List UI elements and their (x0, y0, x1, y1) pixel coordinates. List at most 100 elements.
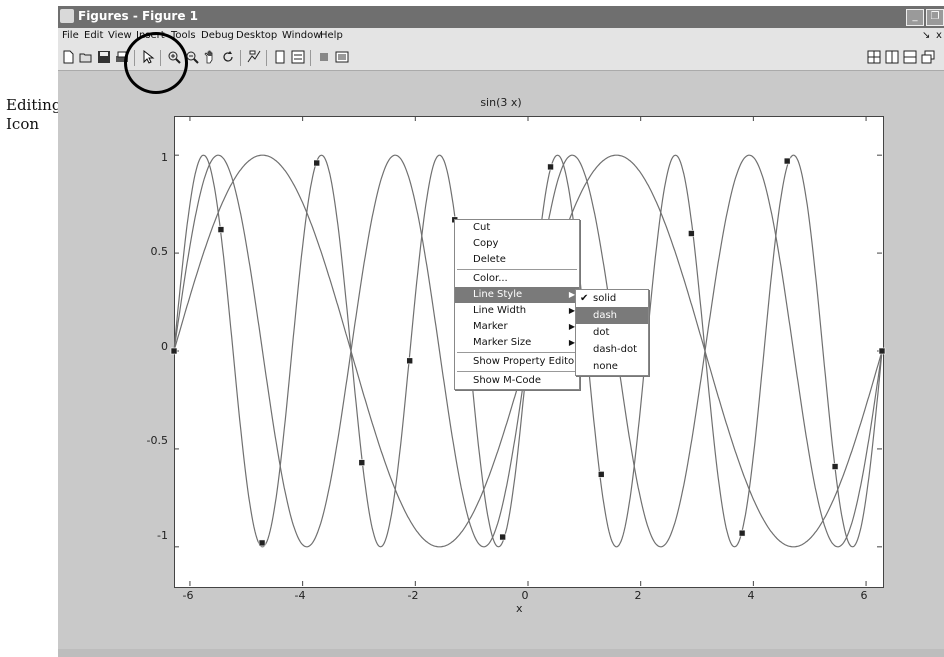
y-tick-label: 0.5 (150, 245, 169, 258)
selection-handle[interactable] (831, 463, 839, 470)
close-figure-icon[interactable]: x (936, 30, 942, 41)
split-columns-icon[interactable] (884, 50, 900, 66)
plot-title: sin(3 x) (480, 96, 522, 109)
zoom-in-icon[interactable] (166, 50, 182, 66)
submenu-item-label: dash (593, 310, 618, 321)
context-menu: Cut Copy Delete Color... Line Style ▶ Lin… (454, 219, 580, 390)
menu-item-label: Delete (473, 254, 506, 265)
submenu-item-label: dot (593, 327, 610, 338)
menu-window[interactable]: Window (282, 30, 321, 41)
submenu-item-solid[interactable]: ✔ solid (576, 290, 648, 307)
window-title: Figures - Figure 1 (78, 9, 199, 23)
submenu-item-label: dash-dot (593, 344, 638, 355)
selection-handle[interactable] (547, 163, 554, 171)
line-style-submenu: ✔ solid dash dot dash-dot none (575, 289, 649, 376)
show-plot-tools-icon[interactable] (334, 50, 350, 66)
save-icon[interactable] (96, 50, 112, 66)
menu-item-cut[interactable]: Cut (455, 220, 579, 236)
x-tick-label: -6 (182, 589, 194, 602)
menu-item-show-m-code[interactable]: Show M-Code (455, 373, 579, 389)
x-tick-label: -2 (407, 589, 419, 602)
menu-view[interactable]: View (108, 30, 132, 41)
hide-plot-tools-icon[interactable] (316, 50, 332, 66)
submenu-item-none[interactable]: none (576, 358, 648, 375)
menu-item-label: Marker Size (473, 337, 532, 348)
y-tick-label: -0.5 (146, 434, 168, 447)
x-tick-label: -4 (294, 589, 306, 602)
annotation-line-1: Editing (6, 96, 62, 114)
menu-item-label: Show Property Editor (473, 356, 579, 367)
colorbar-icon[interactable] (272, 50, 288, 66)
menu-bar: File Edit View Insert Tools Debug Deskto… (58, 28, 944, 46)
submenu-item-label: none (593, 361, 618, 372)
selection-handle[interactable] (258, 539, 266, 547)
menu-item-marker[interactable]: Marker ▶ (455, 319, 579, 335)
title-bar: Figures - Figure 1 _ ❐ (58, 6, 944, 28)
toolbar-separator (310, 50, 311, 66)
menu-item-label: Line Width (473, 305, 527, 316)
selection-handle[interactable] (170, 347, 178, 355)
toolbar-separator (240, 50, 241, 66)
x-axis-label: x (516, 602, 523, 615)
menu-desktop[interactable]: Desktop (236, 30, 277, 41)
toolbar-separator (266, 50, 267, 66)
menu-item-show-property-editor[interactable]: Show Property Editor (455, 354, 579, 370)
x-tick-label: 6 (860, 589, 868, 602)
x-tick-label: 2 (634, 589, 642, 602)
selection-handle[interactable] (217, 226, 225, 233)
checkmark-icon: ✔ (580, 293, 589, 304)
minimize-button[interactable]: _ (906, 9, 924, 26)
zoom-out-icon[interactable] (184, 50, 200, 66)
data-cursor-icon[interactable] (246, 50, 262, 66)
menu-item-label: Cut (473, 222, 491, 233)
selection-handle[interactable] (783, 157, 791, 165)
selection-handle[interactable] (358, 459, 366, 466)
menu-help[interactable]: Help (320, 30, 343, 41)
split-rows-icon[interactable] (902, 50, 918, 66)
tile-layout-icon[interactable] (866, 50, 882, 66)
menu-item-label: Marker (473, 321, 508, 332)
rotate-3d-icon[interactable] (220, 50, 236, 66)
menu-separator (457, 371, 577, 372)
menu-separator (457, 352, 577, 353)
menu-item-color[interactable]: Color... (455, 271, 579, 287)
matlab-figure-icon (60, 9, 74, 23)
submenu-item-dash-dot[interactable]: dash-dot (576, 341, 648, 358)
menu-item-copy[interactable]: Copy (455, 236, 579, 252)
submenu-item-label: solid (593, 293, 617, 304)
menu-edit[interactable]: Edit (84, 30, 103, 41)
selection-handle[interactable] (878, 347, 886, 355)
x-tick-label: 0 (521, 589, 529, 602)
menu-file[interactable]: File (62, 30, 79, 41)
menu-item-marker-size[interactable]: Marker Size ▶ (455, 335, 579, 351)
submenu-item-dash[interactable]: dash (576, 307, 648, 324)
legend-icon[interactable] (290, 50, 306, 66)
menu-item-label: Color... (473, 273, 508, 284)
new-figure-icon[interactable] (60, 50, 76, 66)
undock-icon[interactable] (920, 50, 936, 66)
annotation-line-2: Icon (6, 115, 40, 133)
selection-handle[interactable] (688, 230, 695, 237)
submenu-item-dot[interactable]: dot (576, 324, 648, 341)
menu-item-delete[interactable]: Delete (455, 252, 579, 268)
x-tick-label: 4 (747, 589, 755, 602)
open-file-icon[interactable] (78, 50, 94, 66)
selection-handle[interactable] (313, 159, 321, 167)
y-tick-label: 0 (161, 340, 168, 353)
menu-item-label: Copy (473, 238, 499, 249)
toolbar-separator (160, 50, 161, 66)
selection-handle[interactable] (499, 533, 506, 541)
status-strip (58, 649, 944, 657)
menu-item-label: Show M-Code (473, 375, 541, 386)
pan-hand-icon[interactable] (202, 50, 218, 66)
selection-handle[interactable] (738, 529, 746, 537)
selection-handle[interactable] (406, 357, 413, 365)
dock-arrow-icon[interactable]: ↘ (922, 30, 930, 41)
menu-debug[interactable]: Debug (201, 30, 234, 41)
selection-handle[interactable] (597, 471, 605, 478)
restore-button[interactable]: ❐ (926, 9, 944, 26)
menu-item-line-width[interactable]: Line Width ▶ (455, 303, 579, 319)
menu-item-line-style[interactable]: Line Style ▶ (455, 287, 579, 303)
y-tick-label: 1 (161, 151, 168, 164)
figure-toolbar (58, 32, 944, 94)
